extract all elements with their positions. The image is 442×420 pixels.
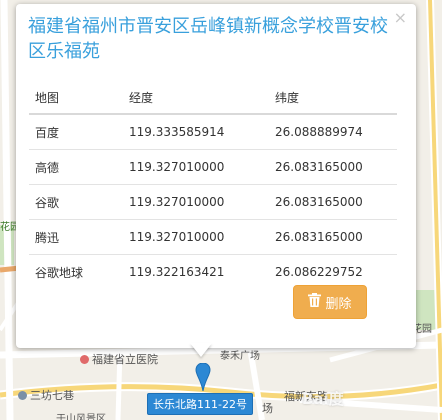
map-name-cell: 腾迅 [29, 219, 123, 255]
table-row: 百度 119.333585914 26.088889974 [29, 114, 397, 150]
map-name-cell: 百度 [29, 114, 123, 150]
table-row: 谷歌地球 119.322163421 26.086229752 [29, 255, 397, 290]
longitude-cell: 119.333585914 [123, 114, 269, 150]
table-row: 谷歌 119.327010000 26.083165000 [29, 184, 397, 220]
map-name-cell: 谷歌地球 [35, 265, 84, 280]
table-header-row: 地图 经度 纬度 [29, 82, 397, 115]
location-marker-icon[interactable] [195, 362, 211, 395]
table-row: 腾迅 119.327010000 26.083165000 [29, 219, 397, 255]
map-label-tai: 泰禾广场 [220, 351, 260, 362]
map-name-cell: 谷歌 [29, 184, 123, 220]
latitude-cell: 26.083165000 [269, 149, 397, 185]
column-header-latitude: 纬度 [269, 82, 397, 115]
coordinates-table: 地图 经度 纬度 百度 119.333585914 26.088889974 高… [29, 82, 397, 289]
longitude-cell: 119.327010000 [123, 219, 269, 255]
map-watermark: Bai度 [302, 390, 344, 408]
latitude-cell: 26.083165000 [269, 184, 397, 220]
latitude-cell: 26.083165000 [269, 219, 397, 255]
hospital-icon [80, 355, 89, 364]
scenic-icon [18, 391, 27, 400]
table-row: 高德 119.327010000 26.083165000 [29, 149, 397, 185]
close-icon[interactable]: × [394, 10, 407, 26]
latitude-cell: 26.086229752 [275, 265, 363, 279]
latitude-cell: 26.088889974 [269, 114, 397, 150]
info-popup: × 福建省福州市晋安区岳峰镇新概念学校晋安校区乐福苑 地图 经度 纬度 百度 1… [16, 4, 416, 348]
map-poi-sanfang[interactable]: 三坊七巷 [18, 387, 74, 403]
map-poi-hospital[interactable]: 福建省立医院 [80, 351, 158, 367]
popup-title: 福建省福州市晋安区岳峰镇新概念学校晋安校区乐福苑 [28, 16, 388, 62]
map-label-yushan: 于山风景区 [56, 414, 106, 420]
longitude-cell: 119.327010000 [123, 184, 269, 220]
marker-address-label[interactable]: 长乐北路111-22号 [147, 393, 253, 415]
map-name-cell: 高德 [29, 149, 123, 185]
column-header-map: 地图 [29, 82, 123, 115]
delete-button-label: 删除 [325, 296, 352, 312]
column-header-longitude: 经度 [123, 82, 269, 115]
trash-icon [308, 293, 322, 311]
longitude-cell: 119.322163421 [129, 265, 225, 279]
popup-pointer [190, 343, 212, 357]
map-label-chang: 场 [262, 402, 273, 415]
delete-button[interactable]: 删除 [293, 285, 367, 319]
longitude-cell: 119.327010000 [123, 149, 269, 185]
